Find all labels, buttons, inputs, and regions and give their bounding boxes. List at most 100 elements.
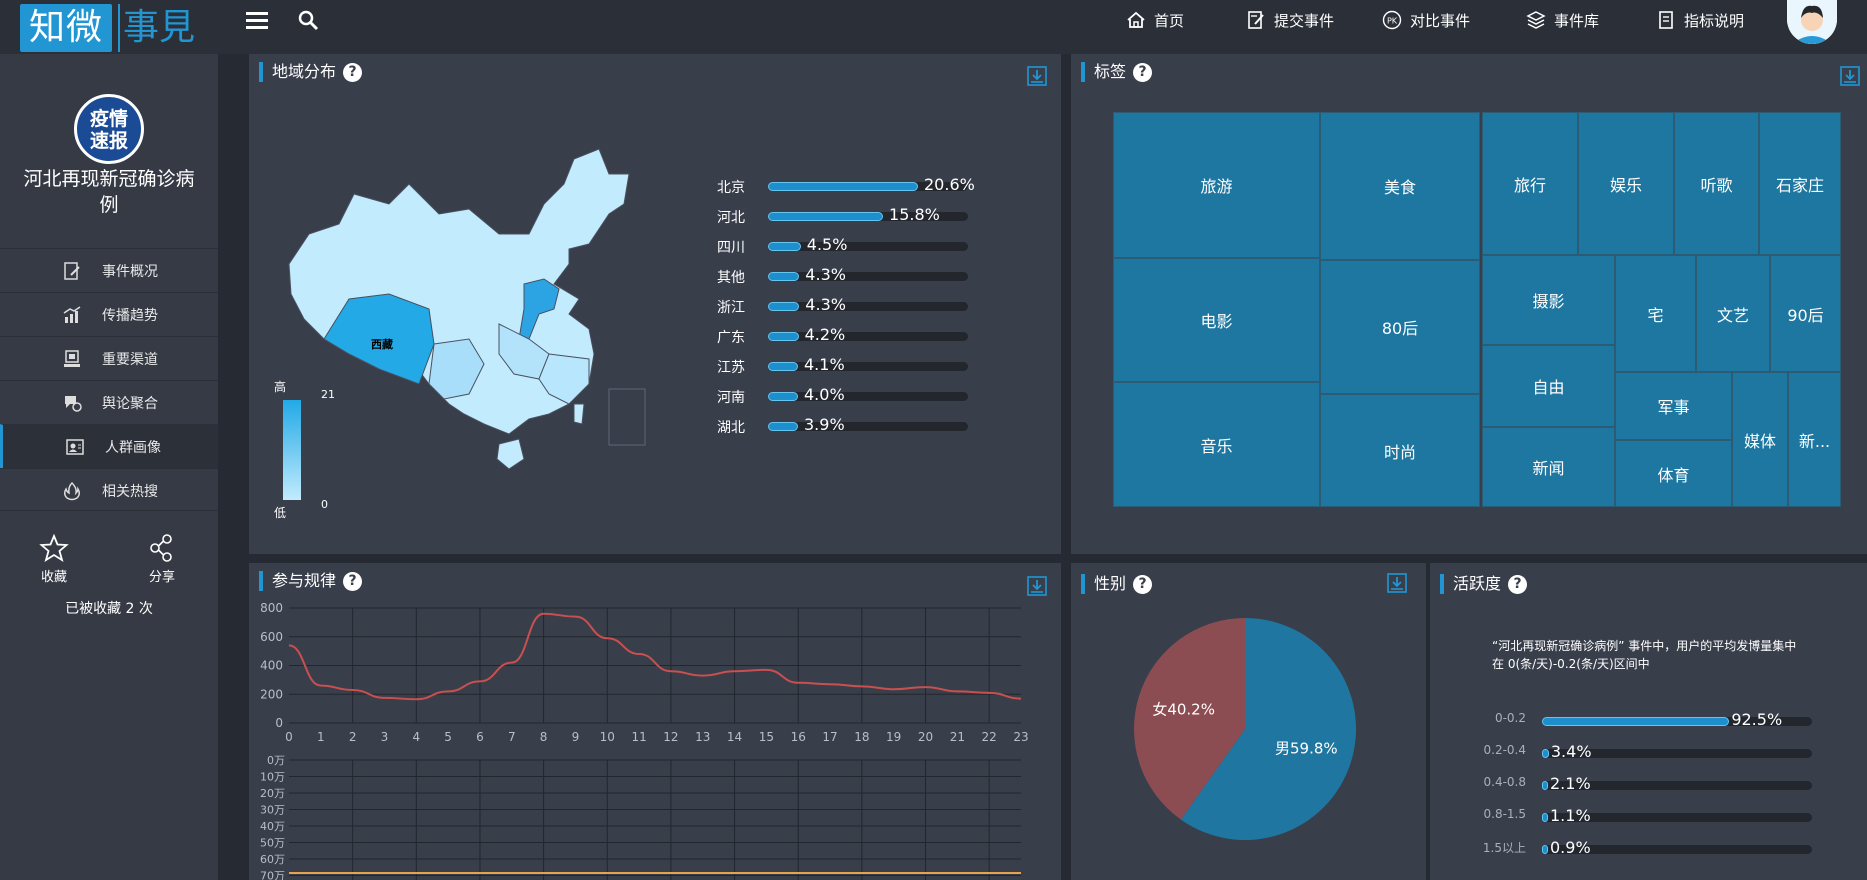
sidebar-item-trend[interactable]: 传播趋势 — [0, 292, 218, 336]
sidebar: 疫情 速报 河北再现新冠确诊病例 事件概况 传播趋势 重要渠道 舆论聚合 人群画… — [0, 54, 218, 880]
region-bar-track — [768, 392, 968, 401]
tag-tile[interactable]: 媒体 — [1732, 372, 1788, 507]
y2-tick-label: 60万 — [260, 853, 285, 866]
sidebar-item-hot-search[interactable]: 相关热搜 — [0, 468, 218, 512]
activity-bar-label: 0.2-0.4 — [1483, 743, 1527, 757]
nav-indicator-guide[interactable]: 指标说明 — [1656, 0, 1744, 40]
region-bar-label: 河北 — [717, 210, 745, 226]
legend-gradient[interactable] — [283, 400, 301, 500]
tag-tile[interactable]: 新闻 — [1482, 427, 1615, 507]
x-tick-label: 14 — [727, 730, 742, 744]
tag-tile[interactable]: 90后 — [1770, 255, 1841, 372]
y2-tick-label: 10万 — [260, 771, 285, 784]
china-map[interactable]: 西藏 — [269, 114, 709, 534]
sidebar-item-portrait[interactable]: 人群画像 — [0, 424, 218, 468]
region-bar-value: 4.2% — [804, 325, 846, 344]
tag-tile[interactable]: 80后 — [1320, 260, 1480, 394]
activity-bar-fill — [1542, 717, 1730, 726]
help-icon[interactable]: ? — [343, 62, 363, 82]
x-tick-label: 13 — [695, 730, 710, 744]
region-bar-value: 4.5% — [806, 235, 848, 254]
tag-tile[interactable]: 美食 — [1320, 112, 1480, 260]
logo-right: 事見 — [118, 4, 198, 52]
region-bar-value: 20.6% — [924, 175, 975, 194]
tag-tile[interactable]: 听歌 — [1674, 112, 1759, 255]
download-icon[interactable] — [1027, 66, 1047, 86]
tag-tile[interactable]: 娱乐 — [1578, 112, 1674, 255]
tag-tile[interactable]: 石家庄 — [1759, 112, 1841, 255]
sidebar-item-overview[interactable]: 事件概况 — [0, 248, 218, 292]
portrait-icon — [66, 439, 84, 455]
region-bar-fill — [768, 182, 918, 191]
badge-line1: 疫情 — [89, 108, 128, 130]
favorite-button[interactable]: 收藏 — [24, 534, 84, 585]
activity-bar-value: 92.5% — [1731, 710, 1783, 729]
tag-tile[interactable]: 体育 — [1615, 440, 1732, 507]
nav-compare-event[interactable]: PK 对比事件 — [1382, 0, 1470, 40]
tag-tile[interactable]: 文艺 — [1696, 255, 1770, 372]
region-bar-fill — [768, 242, 801, 251]
sidebar-item-label: 舆论聚合 — [102, 395, 158, 412]
site-logo[interactable]: 知微 事見 — [20, 4, 198, 52]
nav-label: 事件库 — [1554, 11, 1600, 30]
gender-pie-chart[interactable]: 男59.8% 女40.2% — [1071, 563, 1426, 880]
y-tick-label: 200 — [260, 687, 283, 701]
tag-tile[interactable]: 电影 — [1113, 258, 1320, 382]
tag-tile[interactable]: 摄影 — [1482, 255, 1615, 345]
x-tick-label: 1 — [317, 730, 325, 744]
help-icon[interactable]: ? — [1508, 574, 1528, 594]
tag-tile[interactable]: 旅游 — [1113, 112, 1320, 258]
activity-bar-label: 1.5以上 — [1482, 841, 1526, 855]
share-label: 分享 — [148, 570, 175, 585]
participation-line-chart[interactable]: 80060040020000 1 2 3 4 5 6 7 8 9 10 11 12 13 14 15 16 17 1… — [249, 563, 1061, 880]
sidebar-item-channel[interactable]: 重要渠道 — [0, 336, 218, 380]
activity-description: “河北再现新冠确诊病例” 事件中，用户的平均发博量集中 在 0(条/天)-0.2… — [1492, 637, 1796, 673]
submit-icon — [1248, 11, 1264, 29]
activity-title-text: 活跃度 — [1453, 574, 1502, 593]
help-icon[interactable]: ? — [1133, 62, 1153, 82]
share-button[interactable]: 分享 — [132, 534, 192, 585]
nav-home[interactable]: 首页 — [1126, 0, 1184, 40]
tag-tile[interactable]: 音乐 — [1113, 382, 1320, 507]
x-tick-label: 15 — [759, 730, 774, 744]
nav-event-library[interactable]: 事件库 — [1526, 0, 1599, 40]
user-avatar[interactable] — [1787, 0, 1837, 44]
activity-bar-fill — [1542, 749, 1549, 758]
activity-bar-value: 1.1% — [1550, 806, 1591, 825]
x-tick-label: 18 — [854, 730, 869, 744]
region-bar-label: 四川 — [717, 240, 745, 256]
nav-submit-event[interactable]: 提交事件 — [1246, 0, 1334, 40]
x-tick-label: 2 — [349, 730, 357, 744]
tag-tile[interactable]: 时尚 — [1320, 394, 1480, 507]
tags-title-text: 标签 — [1094, 62, 1127, 81]
tag-tile[interactable]: 旅行 — [1482, 112, 1578, 255]
tag-tile[interactable]: 新... — [1788, 372, 1841, 507]
hamburger-menu-icon[interactable] — [246, 8, 272, 34]
region-bar-label: 广东 — [717, 330, 745, 346]
tag-tile[interactable]: 军事 — [1615, 372, 1732, 440]
sidebar-item-label: 事件概况 — [102, 263, 158, 280]
sidebar-item-opinion[interactable]: 舆论聚合 — [0, 380, 218, 424]
region-panel: 地域分布 ? 西藏 高 21 0 低 北京 20.6% 河北 15.8% 四川 4.5% 其… — [249, 54, 1061, 554]
nav-label: 提交事件 — [1274, 11, 1335, 30]
search-icon[interactable] — [296, 8, 322, 34]
region-bar-value: 4.3% — [805, 295, 846, 314]
region-bar-value: 3.9% — [804, 415, 845, 434]
y-tick-label: 0 — [275, 716, 283, 730]
star-icon — [39, 534, 69, 562]
tag-tile[interactable]: 自由 — [1482, 345, 1615, 427]
logo-left: 知微 — [20, 4, 112, 52]
badge-line2: 速报 — [89, 130, 128, 152]
tag-tile[interactable]: 宅 — [1615, 255, 1696, 372]
download-icon[interactable] — [1840, 66, 1860, 86]
epidemic-report-badge: 疫情 速报 — [74, 94, 144, 164]
map-label-tibet: 西藏 — [371, 337, 393, 351]
region-bar-label: 湖北 — [717, 420, 745, 436]
region-bar-label: 河南 — [717, 390, 745, 406]
sidebar-divider — [0, 510, 218, 511]
x-tick-label: 7 — [508, 730, 516, 744]
x-tick-label: 21 — [950, 730, 965, 744]
region-bar-label: 其他 — [717, 270, 745, 286]
region-bar-track — [768, 362, 968, 371]
home-icon — [1127, 11, 1145, 28]
